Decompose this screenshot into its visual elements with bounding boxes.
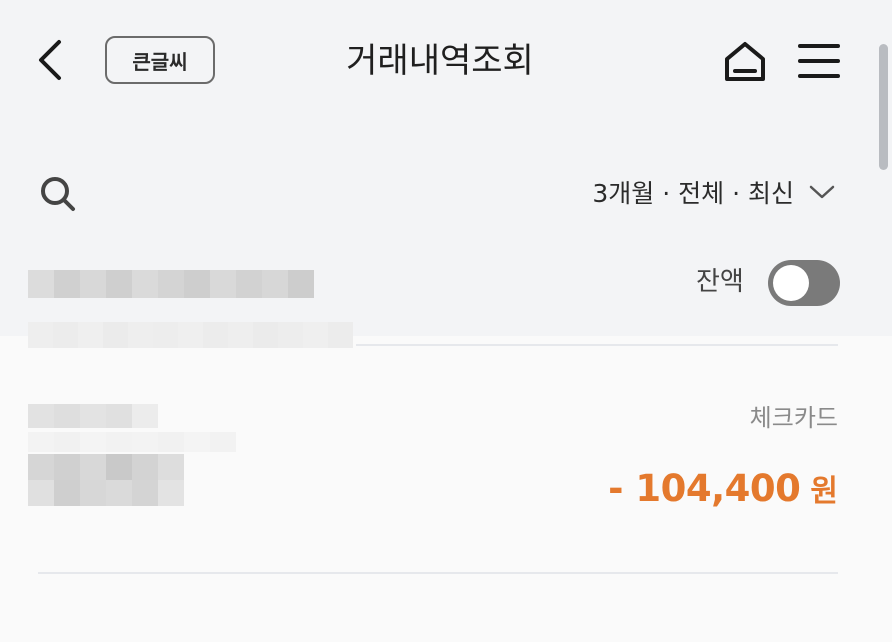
balance-label: 잔액 bbox=[696, 267, 744, 297]
filter-summary: 3개월 · 전체 · 최신 bbox=[592, 179, 794, 208]
masked-transaction-memo bbox=[28, 432, 236, 452]
home-button[interactable] bbox=[718, 36, 772, 86]
search-button[interactable] bbox=[36, 172, 80, 216]
period-filter-selector[interactable]: 3개월 · 전체 · 최신 bbox=[592, 170, 836, 214]
chevron-down-icon bbox=[808, 183, 836, 201]
hamburger-menu-icon bbox=[798, 44, 840, 78]
masked-account-name bbox=[28, 270, 314, 298]
divider bbox=[356, 344, 838, 346]
menu-button[interactable] bbox=[794, 36, 844, 86]
transaction-amount: - 104,400 원 bbox=[608, 466, 838, 510]
amount-unit: 원 bbox=[810, 474, 838, 509]
divider bbox=[38, 572, 838, 574]
search-icon bbox=[41, 177, 75, 211]
big-text-button[interactable]: 큰글씨 bbox=[105, 36, 215, 84]
amount-value: - 104,400 bbox=[608, 467, 801, 510]
scrollbar[interactable] bbox=[879, 44, 888, 170]
transaction-history-screen: 큰글씨 거래내역조회 3개월 · 전체 · 최신 잔액 체크카드 - 104,4… bbox=[0, 0, 892, 642]
back-button[interactable] bbox=[28, 38, 72, 82]
transaction-type: 체크카드 bbox=[749, 404, 838, 432]
masked-account-number bbox=[28, 322, 353, 348]
masked-merchant-name bbox=[28, 454, 184, 506]
page-title: 거래내역조회 bbox=[346, 41, 534, 81]
chevron-left-icon bbox=[39, 40, 61, 80]
balance-toggle[interactable] bbox=[768, 260, 840, 306]
home-icon bbox=[725, 42, 765, 81]
toggle-knob bbox=[773, 265, 809, 301]
masked-transaction-date bbox=[28, 404, 158, 428]
